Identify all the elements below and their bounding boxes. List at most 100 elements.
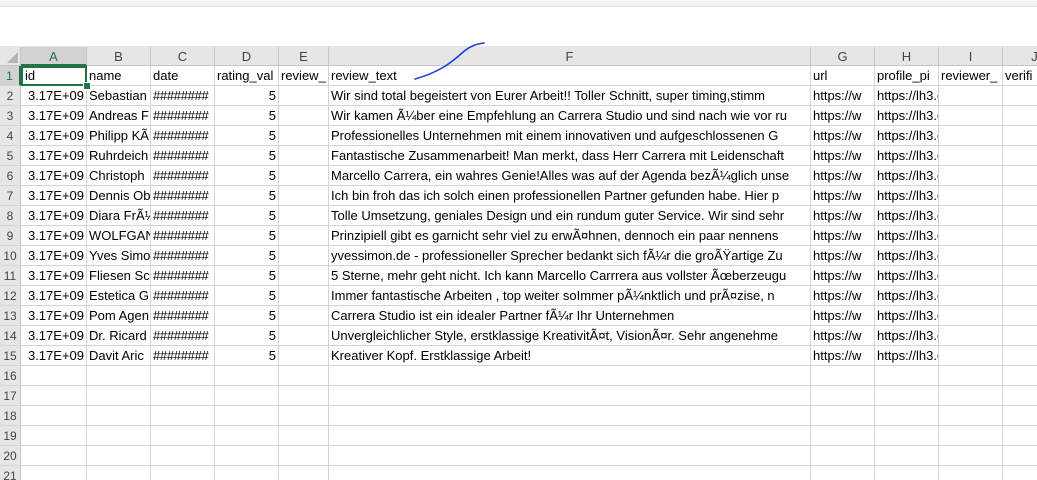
column-header-i[interactable]: I	[939, 47, 1003, 66]
cell-b18[interactable]	[87, 406, 151, 426]
cell-b1[interactable]: name	[87, 66, 151, 86]
cell-g10[interactable]: https://w	[811, 246, 875, 266]
cell-b11[interactable]: Fliesen Sc	[87, 266, 151, 286]
cell-f20[interactable]	[329, 446, 811, 466]
cell-f10[interactable]: yvessimon.de - professioneller Sprecher …	[329, 246, 811, 266]
cell-b6[interactable]: Christoph	[87, 166, 151, 186]
cell-a8[interactable]: 3.17E+09	[21, 206, 87, 226]
cell-d11[interactable]: 5	[215, 266, 279, 286]
cell-h11[interactable]: https://lh3.googleus	[875, 266, 939, 286]
cell-j6[interactable]: FAL	[1003, 166, 1037, 186]
cell-j15[interactable]: FAL	[1003, 346, 1037, 366]
cell-e12[interactable]	[279, 286, 329, 306]
cell-i20[interactable]	[939, 446, 1003, 466]
cell-h18[interactable]	[875, 406, 939, 426]
cell-f2[interactable]: Wir sind total begeistert von Eurer Arbe…	[329, 86, 811, 106]
cell-e11[interactable]	[279, 266, 329, 286]
cell-f9[interactable]: Prinzipiell gibt es garnicht sehr viel z…	[329, 226, 811, 246]
cell-g11[interactable]: https://w	[811, 266, 875, 286]
cell-g6[interactable]: https://w	[811, 166, 875, 186]
cell-f13[interactable]: Carrera Studio ist ein idealer Partner f…	[329, 306, 811, 326]
cell-d18[interactable]	[215, 406, 279, 426]
cell-d13[interactable]: 5	[215, 306, 279, 326]
cell-i17[interactable]	[939, 386, 1003, 406]
cell-a6[interactable]: 3.17E+09	[21, 166, 87, 186]
cell-i10[interactable]	[939, 246, 1003, 266]
cell-i1[interactable]: reviewer_	[939, 66, 1003, 86]
cell-e10[interactable]	[279, 246, 329, 266]
cell-i8[interactable]	[939, 206, 1003, 226]
cell-c13[interactable]: ########	[151, 306, 215, 326]
row-header-15[interactable]: 15	[0, 346, 21, 366]
cell-h15[interactable]: https://lh3.googleus	[875, 346, 939, 366]
cell-d17[interactable]	[215, 386, 279, 406]
cell-e4[interactable]	[279, 126, 329, 146]
cell-a1[interactable]: id	[21, 66, 87, 86]
cell-a13[interactable]: 3.17E+09	[21, 306, 87, 326]
cell-c12[interactable]: ########	[151, 286, 215, 306]
cell-a10[interactable]: 3.17E+09	[21, 246, 87, 266]
cell-d12[interactable]: 5	[215, 286, 279, 306]
cell-g1[interactable]: url	[811, 66, 875, 86]
cell-h3[interactable]: https://lh3.googleus	[875, 106, 939, 126]
cell-c3[interactable]: ########	[151, 106, 215, 126]
cell-f15[interactable]: Kreativer Kopf. Erstklassige Arbeit!	[329, 346, 811, 366]
cell-e6[interactable]	[279, 166, 329, 186]
cell-i3[interactable]	[939, 106, 1003, 126]
row-header-13[interactable]: 13	[0, 306, 21, 326]
cell-b4[interactable]: Philipp KÃ	[87, 126, 151, 146]
column-header-h[interactable]: H	[875, 47, 939, 66]
cell-j13[interactable]: FAL	[1003, 306, 1037, 326]
row-header-1[interactable]: 1	[0, 66, 21, 86]
cell-e14[interactable]	[279, 326, 329, 346]
cell-j12[interactable]: FAL	[1003, 286, 1037, 306]
cell-j17[interactable]	[1003, 386, 1037, 406]
cell-c19[interactable]	[151, 426, 215, 446]
cell-h19[interactable]	[875, 426, 939, 446]
cell-f6[interactable]: Marcello Carrera, ein wahres Genie!Alles…	[329, 166, 811, 186]
cell-e17[interactable]	[279, 386, 329, 406]
cell-b14[interactable]: Dr. Ricard	[87, 326, 151, 346]
cell-a4[interactable]: 3.17E+09	[21, 126, 87, 146]
cell-b21[interactable]	[87, 466, 151, 480]
cell-j9[interactable]: FAL	[1003, 226, 1037, 246]
cell-e20[interactable]	[279, 446, 329, 466]
cell-e21[interactable]	[279, 466, 329, 480]
cell-i18[interactable]	[939, 406, 1003, 426]
cell-j7[interactable]: FAL	[1003, 186, 1037, 206]
cell-f12[interactable]: Immer fantastische Arbeiten , top weiter…	[329, 286, 811, 306]
cell-g7[interactable]: https://w	[811, 186, 875, 206]
spreadsheet-grid[interactable]: ABCDEFGHIJ 1 2 3 4 5 6 7 8 9 10 11 12 13 14 15 16 17 18 19…	[0, 47, 1037, 480]
cell-i2[interactable]	[939, 86, 1003, 106]
cell-a18[interactable]	[21, 406, 87, 426]
cell-a14[interactable]: 3.17E+09	[21, 326, 87, 346]
cell-f16[interactable]	[329, 366, 811, 386]
cell-a7[interactable]: 3.17E+09	[21, 186, 87, 206]
cell-h2[interactable]: https://lh3.googleus	[875, 86, 939, 106]
cell-d7[interactable]: 5	[215, 186, 279, 206]
cell-i13[interactable]	[939, 306, 1003, 326]
row-header-11[interactable]: 11	[0, 266, 21, 286]
cell-e3[interactable]	[279, 106, 329, 126]
cell-d14[interactable]: 5	[215, 326, 279, 346]
cell-h9[interactable]: https://lh3.googleus	[875, 226, 939, 246]
row-header-8[interactable]: 8	[0, 206, 21, 226]
cell-g12[interactable]: https://w	[811, 286, 875, 306]
column-header-f[interactable]: F	[329, 47, 811, 66]
column-header-a[interactable]: A	[21, 47, 87, 66]
cell-i4[interactable]	[939, 126, 1003, 146]
row-header-10[interactable]: 10	[0, 246, 21, 266]
cell-d1[interactable]: rating_val	[215, 66, 279, 86]
cell-g8[interactable]: https://w	[811, 206, 875, 226]
cell-i6[interactable]	[939, 166, 1003, 186]
cell-e9[interactable]	[279, 226, 329, 246]
cell-e19[interactable]	[279, 426, 329, 446]
cell-g21[interactable]	[811, 466, 875, 480]
cell-c4[interactable]: ########	[151, 126, 215, 146]
cell-d5[interactable]: 5	[215, 146, 279, 166]
cell-f18[interactable]	[329, 406, 811, 426]
cell-e8[interactable]	[279, 206, 329, 226]
cell-h14[interactable]: https://lh3.googleus	[875, 326, 939, 346]
column-header-j[interactable]: J	[1003, 47, 1037, 66]
cell-a11[interactable]: 3.17E+09	[21, 266, 87, 286]
